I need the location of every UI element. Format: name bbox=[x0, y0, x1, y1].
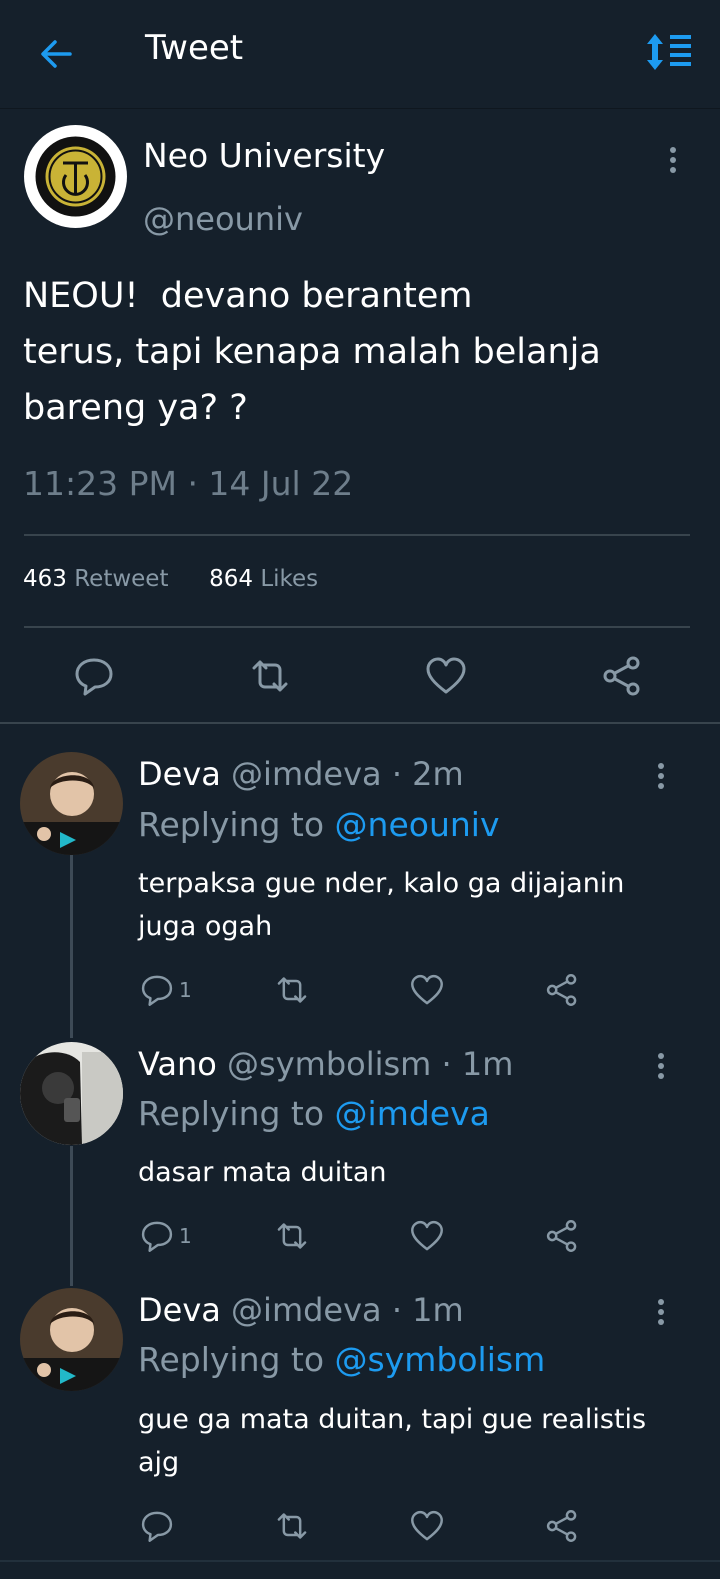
retweet-icon[interactable] bbox=[274, 972, 310, 1008]
avatar[interactable] bbox=[20, 1042, 123, 1145]
reply-icon[interactable] bbox=[139, 1508, 175, 1544]
retweet-icon[interactable] bbox=[274, 1218, 310, 1254]
avatar[interactable] bbox=[24, 125, 127, 228]
more-options-icon[interactable] bbox=[648, 761, 674, 791]
replying-label: Replying to bbox=[138, 1094, 325, 1133]
like-label[interactable]: Likes bbox=[260, 566, 318, 592]
author-name[interactable]: Neo University bbox=[143, 136, 385, 175]
replying-to-mention[interactable]: @neouniv bbox=[335, 805, 500, 844]
university-logo-icon bbox=[35, 136, 116, 217]
reply-author-name[interactable]: Deva bbox=[138, 755, 221, 793]
replying-to-mention[interactable]: @imdeva bbox=[335, 1094, 490, 1133]
reply-author-name[interactable]: Deva bbox=[138, 1291, 221, 1329]
like-icon[interactable] bbox=[409, 972, 445, 1008]
arrow-left-icon[interactable] bbox=[36, 34, 76, 74]
more-options-icon[interactable] bbox=[648, 1297, 674, 1327]
thread-line bbox=[70, 855, 73, 1038]
retweet-label[interactable]: Retweet bbox=[74, 566, 168, 592]
reply-author-name[interactable]: Vano bbox=[138, 1045, 217, 1083]
thread-line bbox=[70, 1146, 73, 1286]
page-title: Tweet bbox=[145, 28, 244, 68]
divider bbox=[24, 534, 690, 536]
reply-icon[interactable] bbox=[139, 1218, 175, 1254]
tweet-timestamp: 11:23 PM · 14 Jul 22 bbox=[23, 464, 354, 503]
main-tweet: Neo University @neouniv NEOU! devano ber… bbox=[0, 108, 720, 724]
replying-label: Replying to bbox=[138, 1340, 325, 1379]
replying-to-mention[interactable]: @symbolism bbox=[335, 1340, 546, 1379]
avatar[interactable] bbox=[20, 752, 123, 855]
replying-label: Replying to bbox=[138, 805, 325, 844]
reply-text: gue ga mata duitan, tapi gue realistis a… bbox=[138, 1404, 647, 1478]
reply-icon[interactable] bbox=[139, 972, 175, 1008]
avatar[interactable] bbox=[20, 1288, 123, 1391]
like-icon[interactable] bbox=[409, 1218, 445, 1254]
divider bbox=[0, 1560, 720, 1562]
more-options-icon[interactable] bbox=[660, 145, 686, 175]
tweet-stats: 463 Retweet 864 Likes bbox=[23, 566, 318, 592]
like-count[interactable]: 864 bbox=[209, 566, 253, 592]
reply-icon[interactable] bbox=[72, 654, 116, 698]
reply-count: 1 bbox=[179, 1224, 192, 1248]
reply-text: dasar mata duitan bbox=[138, 1157, 387, 1188]
share-icon[interactable] bbox=[544, 972, 580, 1008]
reply-handle-time[interactable]: @imdeva · 2m bbox=[231, 755, 464, 793]
reply-handle-time[interactable]: @symbolism · 1m bbox=[227, 1045, 513, 1083]
reply-handle-time[interactable]: @imdeva · 1m bbox=[231, 1291, 464, 1329]
reply-count: 1 bbox=[179, 978, 192, 1002]
top-bar: Tweet bbox=[0, 0, 720, 109]
tweet-text: NEOU! devano berantem terus, tapi kenapa… bbox=[23, 276, 601, 428]
divider bbox=[24, 626, 690, 628]
like-icon[interactable] bbox=[409, 1508, 445, 1544]
retweet-icon[interactable] bbox=[274, 1508, 310, 1544]
retweet-count[interactable]: 463 bbox=[23, 566, 67, 592]
more-options-icon[interactable] bbox=[648, 1051, 674, 1081]
share-icon[interactable] bbox=[600, 654, 644, 698]
reply-text: terpaksa gue nder, kalo ga dijajanin jug… bbox=[138, 868, 625, 942]
share-icon[interactable] bbox=[544, 1218, 580, 1254]
retweet-icon[interactable] bbox=[248, 654, 292, 698]
share-icon[interactable] bbox=[544, 1508, 580, 1544]
like-icon[interactable] bbox=[424, 654, 468, 698]
author-handle[interactable]: @neouniv bbox=[143, 200, 303, 238]
sort-icon[interactable] bbox=[645, 32, 693, 72]
